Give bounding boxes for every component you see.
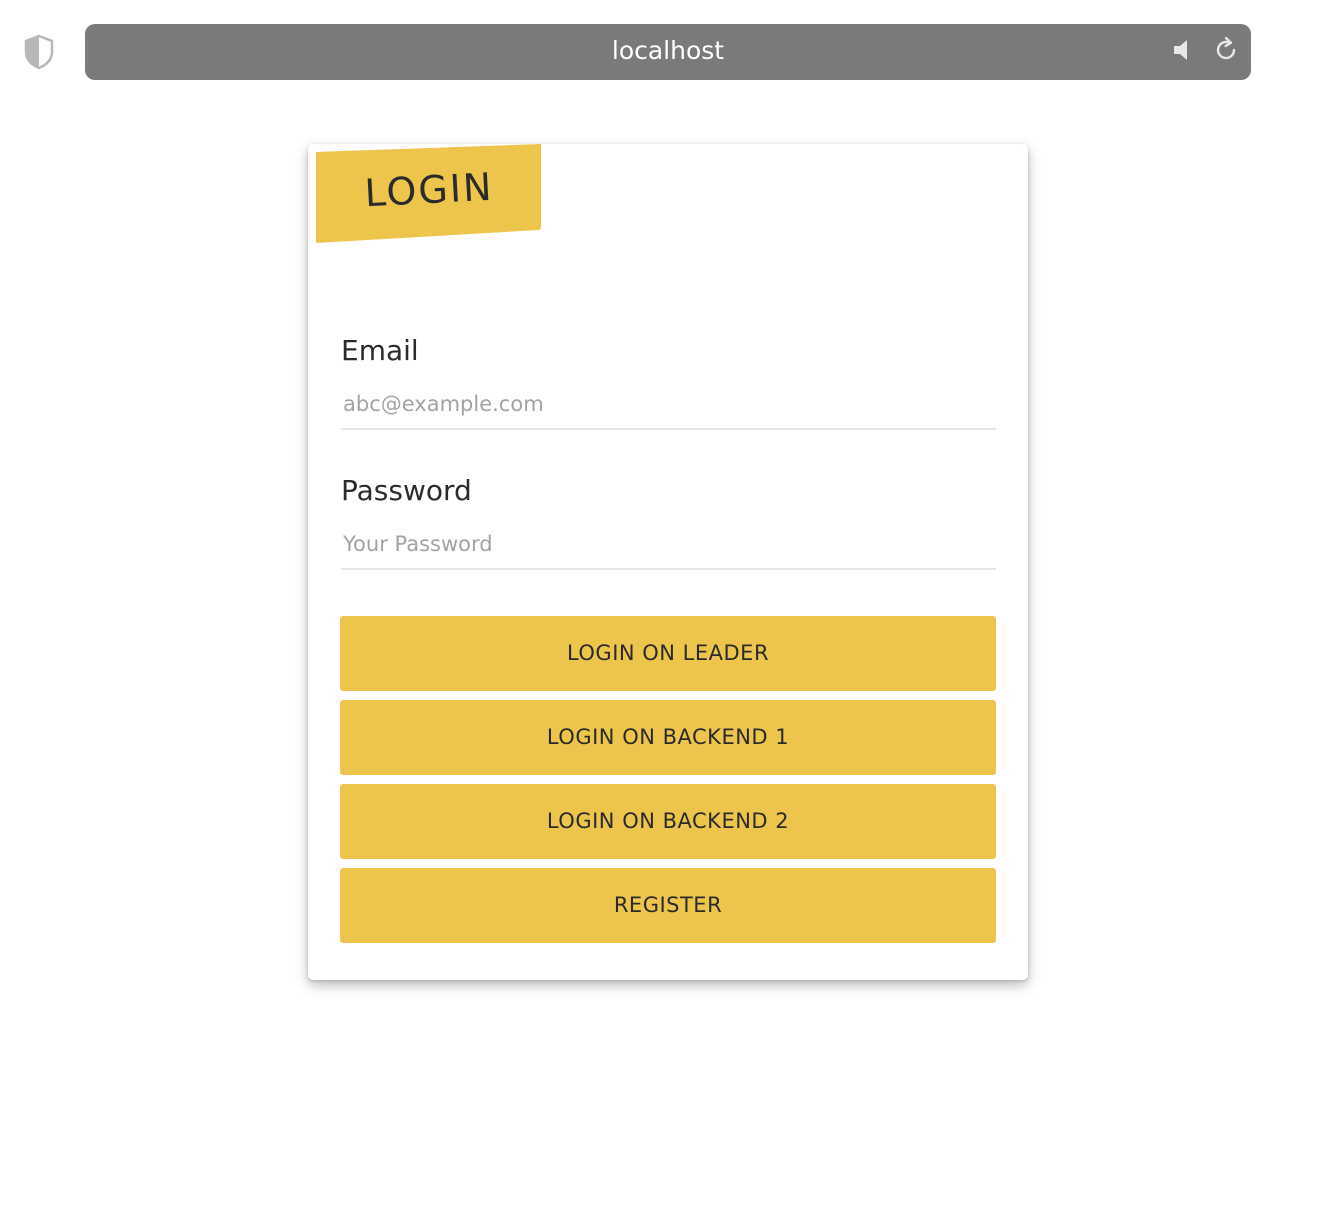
login-on-backend-1-button[interactable]: LOGIN ON BACKEND 1	[340, 700, 996, 775]
speaker-icon[interactable]	[1171, 37, 1195, 63]
login-title: LOGIN	[363, 164, 495, 216]
browser-toolbar: localhost	[0, 0, 1338, 100]
url-text[interactable]: localhost	[85, 24, 1251, 78]
address-bar[interactable]: localhost	[85, 24, 1251, 80]
email-field[interactable]	[341, 380, 996, 430]
email-label: Email	[341, 334, 419, 367]
login-on-leader-button[interactable]: LOGIN ON LEADER	[340, 616, 996, 691]
password-field[interactable]	[341, 520, 996, 570]
login-on-backend-2-button[interactable]: LOGIN ON BACKEND 2	[340, 784, 996, 859]
login-title-tag: LOGIN	[316, 144, 542, 243]
register-button[interactable]: REGISTER	[340, 868, 996, 943]
reload-icon[interactable]	[1212, 36, 1240, 64]
shield-icon[interactable]	[24, 34, 54, 70]
password-label: Password	[341, 474, 472, 507]
login-card: LOGIN Email Password LOGIN ON LEADER LOG…	[308, 144, 1028, 980]
